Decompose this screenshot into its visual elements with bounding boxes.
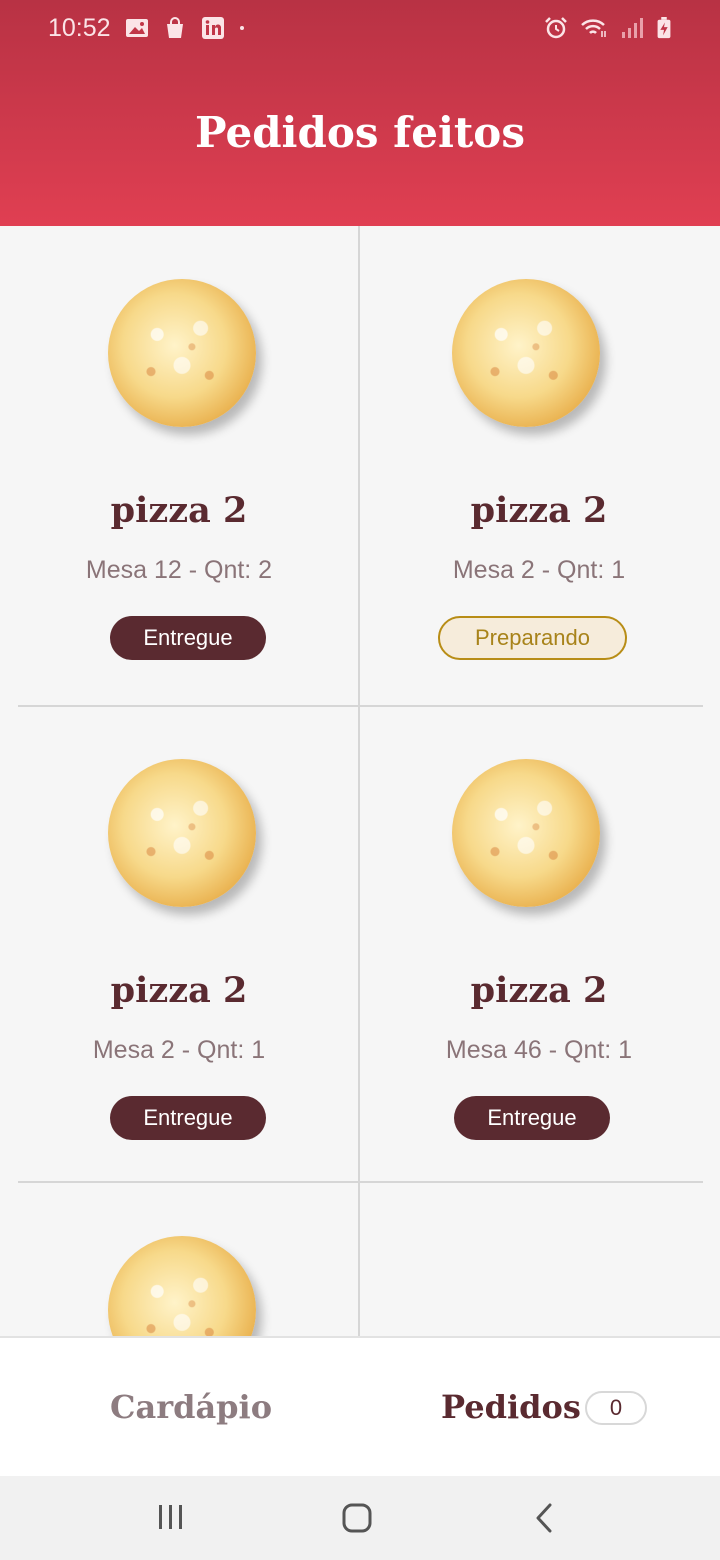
dot-icon: [239, 26, 244, 30]
pizza-image: [452, 759, 600, 907]
linkedin-icon: [201, 17, 224, 39]
pizza-image: [108, 279, 256, 427]
wifi-icon: [581, 19, 606, 37]
status-badge: Entregue: [454, 1096, 610, 1140]
pizza-image: [108, 759, 256, 907]
order-card[interactable]: pizza 2 Mesa 2 - Qnt: 1 Entregue: [0, 707, 358, 1181]
bottom-navigation: Cardápio Pedidos 0: [0, 1336, 720, 1476]
status-badge: Preparando: [438, 616, 627, 660]
nav-pedidos-button[interactable]: Pedidos: [441, 1388, 581, 1426]
signal-icon: [622, 18, 643, 38]
system-navigation-bar: [0, 1476, 720, 1560]
orders-grid: pizza 2 Mesa 12 - Qnt: 2 Entregue pizza …: [0, 226, 720, 1336]
battery-charging-icon: [657, 17, 671, 39]
status-badge: Entregue: [110, 1096, 266, 1140]
order-card[interactable]: [0, 1183, 358, 1336]
pizza-image: [452, 279, 600, 427]
status-badge: Entregue: [110, 616, 266, 660]
back-icon[interactable]: [532, 1502, 558, 1534]
order-card[interactable]: pizza 2 Mesa 12 - Qnt: 2 Entregue: [0, 226, 358, 705]
page-title: Pedidos feitos: [195, 108, 525, 157]
order-details: Mesa 12 - Qnt: 2: [85, 556, 273, 584]
recents-icon[interactable]: [156, 1502, 186, 1532]
home-icon[interactable]: [341, 1502, 373, 1534]
order-item-name: pizza 2: [470, 490, 608, 531]
pizza-image: [108, 1236, 256, 1336]
status-time: 10:52: [48, 13, 111, 42]
alarm-icon: [545, 17, 567, 39]
order-details: Mesa 2 - Qnt: 1: [92, 1036, 266, 1064]
order-card[interactable]: pizza 2 Mesa 46 - Qnt: 1 Entregue: [360, 707, 718, 1181]
order-item-name: pizza 2: [110, 970, 248, 1011]
order-card[interactable]: pizza 2 Mesa 2 - Qnt: 1 Preparando: [360, 226, 718, 705]
order-details: Mesa 2 - Qnt: 1: [452, 556, 626, 584]
order-details: Mesa 46 - Qnt: 1: [445, 1036, 633, 1064]
order-item-name: pizza 2: [470, 970, 608, 1011]
orders-count-badge: 0: [585, 1391, 647, 1425]
nav-cardapio-button[interactable]: Cardápio: [110, 1388, 272, 1426]
shopping-bag-icon: [166, 17, 183, 38]
app-header: 10:52 Pedidos feitos: [0, 0, 720, 226]
image-icon: [125, 19, 148, 37]
order-item-name: pizza 2: [110, 490, 248, 531]
status-bar: 10:52: [0, 0, 720, 56]
